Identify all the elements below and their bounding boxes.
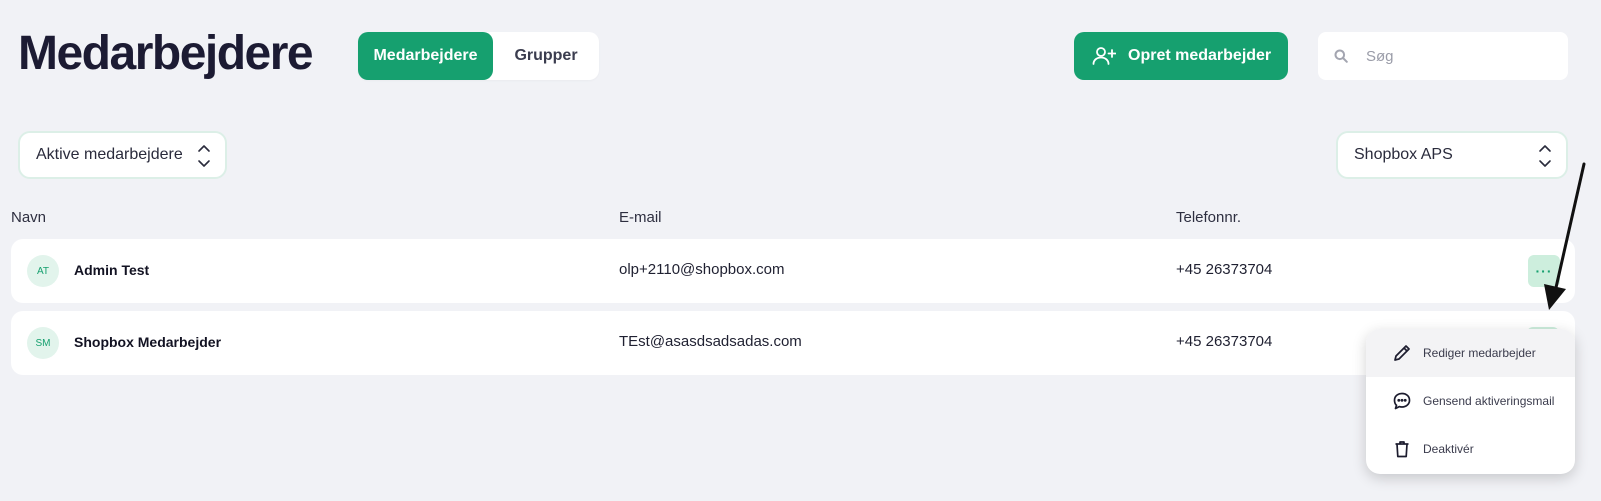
search-input[interactable] (1366, 47, 1546, 65)
row-actions-menu: Rediger medarbejder Gensend aktiveringsm… (1366, 329, 1575, 474)
pencil-icon (1391, 343, 1413, 363)
search-icon (1334, 49, 1348, 63)
status-filter-value: Aktive medarbejdere (36, 146, 183, 163)
page-title: Medarbejdere (18, 27, 314, 80)
chevron-updown-icon (197, 142, 211, 170)
tab-medarbejdere[interactable]: Medarbejdere (358, 32, 493, 80)
menu-item-label: Deaktivér (1423, 442, 1474, 456)
menu-item-resend-activation[interactable]: Gensend aktiveringsmail (1366, 377, 1575, 425)
create-employee-button[interactable]: Opret medarbejder (1074, 32, 1288, 80)
employee-name: Shopbox Medarbejder (74, 334, 222, 350)
employee-email: olp+2110@shopbox.com (619, 261, 785, 278)
menu-item-deactivate[interactable]: Deaktivér (1366, 425, 1575, 473)
annotation-arrow-icon (1544, 162, 1586, 310)
create-employee-label: Opret medarbejder (1128, 47, 1272, 64)
avatar: AT (27, 255, 59, 287)
column-header-phone[interactable]: Telefonnr. (1176, 209, 1241, 226)
employee-name: Admin Test (74, 262, 150, 278)
table-row[interactable]: AT Admin Test olp+2110@shopbox.com +45 2… (11, 239, 1575, 303)
menu-item-edit-employee[interactable]: Rediger medarbejder (1366, 329, 1575, 377)
company-select-value: Shopbox APS (1354, 146, 1453, 163)
employee-email: TEst@asasdsadsadas.com (619, 333, 802, 350)
search-box (1318, 32, 1568, 80)
tab-grupper[interactable]: Grupper (493, 32, 599, 80)
view-toggle: Medarbejdere Grupper (358, 32, 599, 80)
add-user-icon (1092, 46, 1116, 66)
menu-item-label: Rediger medarbejder (1423, 346, 1536, 360)
chat-bubble-icon (1391, 391, 1413, 411)
menu-item-label: Gensend aktiveringsmail (1423, 394, 1555, 408)
status-filter-select[interactable]: Aktive medarbejdere (18, 131, 227, 179)
column-header-name[interactable]: Navn (11, 209, 46, 226)
employee-phone: +45 26373704 (1176, 261, 1273, 278)
trash-icon (1391, 439, 1413, 459)
avatar: SM (27, 327, 59, 359)
column-header-email[interactable]: E-mail (619, 209, 662, 226)
table-row[interactable]: SM Shopbox Medarbejder TEst@asasdsadsada… (11, 311, 1575, 375)
employee-phone: +45 26373704 (1176, 333, 1273, 350)
